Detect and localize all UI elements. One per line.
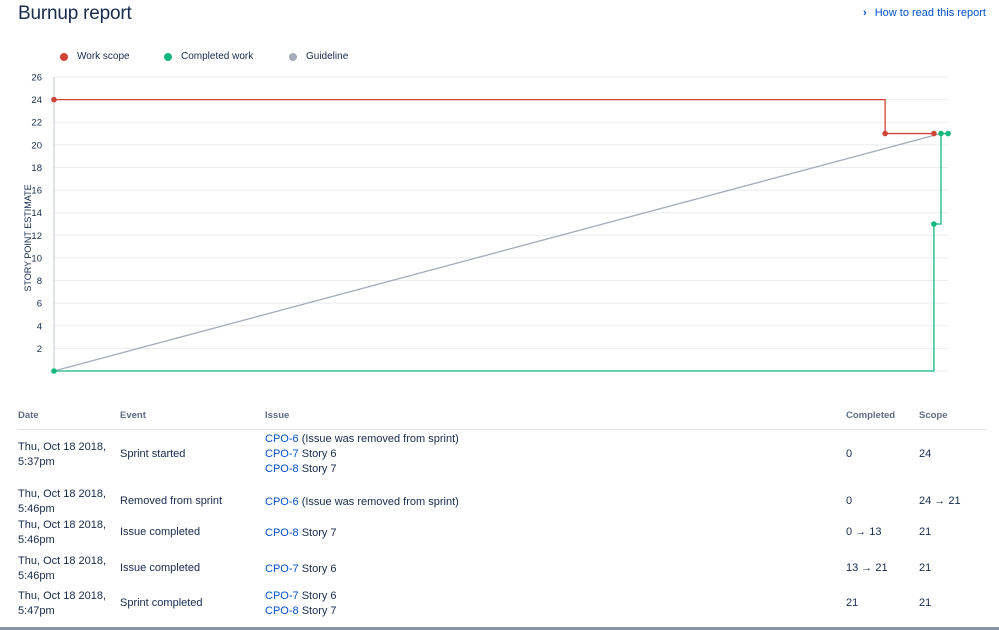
- issue-line: CPO-7 Story 6: [265, 447, 459, 462]
- table-row: Thu, Oct 18 2018, 5:46pm Issue completed CP…: [18, 518, 986, 548]
- issue-key-link[interactable]: CPO-7: [265, 590, 299, 602]
- event-cell: Removed from sprint: [120, 495, 223, 507]
- date-line: Thu, Oct 18 2018,: [18, 440, 107, 453]
- event-cell: Issue completed: [120, 526, 201, 538]
- issue-key-link[interactable]: CPO-8: [265, 527, 299, 539]
- series-line: [54, 98, 934, 135]
- data-point: [931, 130, 937, 137]
- scope-cell: 24: [919, 447, 932, 460]
- issue-line: CPO-6 (Issue was removed from sprint): [265, 495, 459, 510]
- issue-cell: CPO-6 (Issue was removed from sprint): [265, 495, 459, 510]
- issue-summary: (Issue was removed from sprint): [301, 495, 459, 508]
- completed-cell: 21: [846, 597, 859, 609]
- issue-line: CPO-7 Story 6: [265, 562, 337, 577]
- date-line: 5:37pm: [18, 455, 55, 468]
- y-tick-label: 6: [37, 299, 42, 310]
- issue-key-link[interactable]: CPO-8: [265, 463, 299, 475]
- table-row: Thu, Oct 18 2018, 5:46pm Removed from spri…: [18, 487, 986, 517]
- issue-cell: CPO-7 Story 6 CPO-8 Story 7: [265, 589, 337, 619]
- completed-cell: 0: [846, 447, 853, 460]
- issue-key-link[interactable]: CPO-6: [265, 496, 299, 508]
- event-cell: Sprint completed: [120, 597, 203, 609]
- scope-cell: 21: [919, 562, 932, 574]
- issue-summary: Story 7: [301, 526, 337, 539]
- y-tick-label: 24: [31, 95, 42, 106]
- burnup-chart: 2468101214161820222426STORY POINT ESTIMA…: [23, 73, 951, 374]
- issue-summary: Story 6: [301, 590, 337, 602]
- column-header-date: Date: [18, 410, 39, 421]
- date-cell: Thu, Oct 18 2018, 5:46pm: [18, 554, 106, 584]
- issue-key-link[interactable]: CPO-6: [265, 433, 299, 445]
- completed-cell: 13 → 21: [846, 562, 888, 574]
- table-row: Thu, Oct 18 2018, 5:47pm Sprint completed C…: [18, 589, 986, 619]
- report-header: Burnup report › How to read this report: [0, 0, 999, 32]
- data-point: [882, 130, 888, 137]
- table-row: Thu, Oct 18 2018, 5:46pm Issue completed CP…: [18, 554, 986, 584]
- issue-summary: Story 6: [301, 448, 337, 460]
- date-line: Thu, Oct 18 2018,: [18, 519, 107, 531]
- y-tick-label: 12: [31, 231, 42, 242]
- y-tick-label: 8: [37, 276, 42, 287]
- date-cell: Thu, Oct 18 2018, 5:37pm: [18, 440, 106, 470]
- issue-line: CPO-8 Story 7: [265, 462, 459, 477]
- y-tick-label: 10: [31, 253, 42, 264]
- scope-cell: 21: [919, 526, 932, 538]
- date-line: 5:46pm: [18, 503, 55, 515]
- date-line: 5:47pm: [18, 605, 55, 617]
- date-line: 5:46pm: [18, 534, 55, 546]
- issue-cell: CPO-8 Story 7: [265, 526, 337, 541]
- issue-summary: (Issue was removed from sprint): [301, 433, 459, 445]
- page-title: Burnup report: [18, 3, 132, 24]
- y-tick-label: 26: [31, 73, 42, 84]
- issue-summary: Story 6: [301, 562, 337, 575]
- how-to-read-label: How to read this report: [874, 7, 986, 19]
- column-header-issue: Issue: [265, 410, 290, 421]
- scope-cell: 21: [919, 597, 932, 609]
- event-cell: Issue completed: [120, 562, 201, 574]
- event-cell: Sprint started: [120, 447, 186, 460]
- issue-key-link[interactable]: CPO-8: [265, 605, 299, 617]
- completed-cell: 0 → 13: [846, 526, 882, 538]
- issue-summary: Story 7: [301, 605, 337, 617]
- y-tick-label: 4: [37, 321, 42, 332]
- date-line: Thu, Oct 18 2018,: [18, 590, 107, 602]
- date-line: 5:46pm: [18, 570, 55, 582]
- date-line: Thu, Oct 18 2018,: [18, 555, 107, 567]
- data-point: [931, 221, 937, 227]
- scope-cell: 24 → 21: [919, 495, 961, 507]
- data-point: [51, 368, 57, 374]
- date-cell: Thu, Oct 18 2018, 5:46pm: [18, 487, 106, 517]
- data-point: [938, 130, 944, 137]
- data-point: [945, 130, 951, 137]
- date-cell: Thu, Oct 18 2018, 5:46pm: [18, 518, 106, 548]
- issue-key-link[interactable]: CPO-7: [265, 563, 299, 575]
- issue-cell: CPO-6 (Issue was removed from sprint) CPO…: [265, 432, 459, 477]
- date-cell: Thu, Oct 18 2018, 5:47pm: [18, 589, 106, 619]
- how-to-read-link[interactable]: › How to read this report: [863, 7, 986, 19]
- data-point: [51, 96, 57, 103]
- series-line: [53, 132, 942, 372]
- y-tick-label: 18: [31, 163, 42, 174]
- column-header-event: Event: [120, 410, 146, 421]
- column-header-completed: Completed: [846, 410, 896, 421]
- y-tick-label: 16: [31, 186, 42, 197]
- issue-line: CPO-8 Story 7: [265, 526, 337, 541]
- issue-line: CPO-8 Story 7: [265, 604, 337, 619]
- chevron-right-icon: ›: [863, 7, 867, 19]
- issue-summary: Story 7: [301, 463, 337, 475]
- completed-cell: 0: [846, 495, 853, 507]
- y-tick-label: 2: [37, 344, 42, 355]
- issue-line: CPO-7 Story 6: [265, 589, 337, 604]
- table-row: Thu, Oct 18 2018, 5:37pm Sprint started CPO…: [18, 432, 986, 477]
- y-axis-label: STORY POINT ESTIMATE: [23, 184, 33, 291]
- y-tick-label: 22: [31, 118, 42, 129]
- column-header-scope: Scope: [919, 410, 948, 421]
- issue-key-link[interactable]: CPO-7: [265, 448, 299, 460]
- issue-line: CPO-6 (Issue was removed from sprint): [265, 432, 459, 447]
- table-header-divider: [18, 429, 986, 430]
- date-line: Thu, Oct 18 2018,: [18, 488, 107, 500]
- issue-cell: CPO-7 Story 6: [265, 562, 337, 577]
- y-tick-label: 20: [31, 140, 42, 151]
- y-tick-label: 14: [31, 208, 42, 219]
